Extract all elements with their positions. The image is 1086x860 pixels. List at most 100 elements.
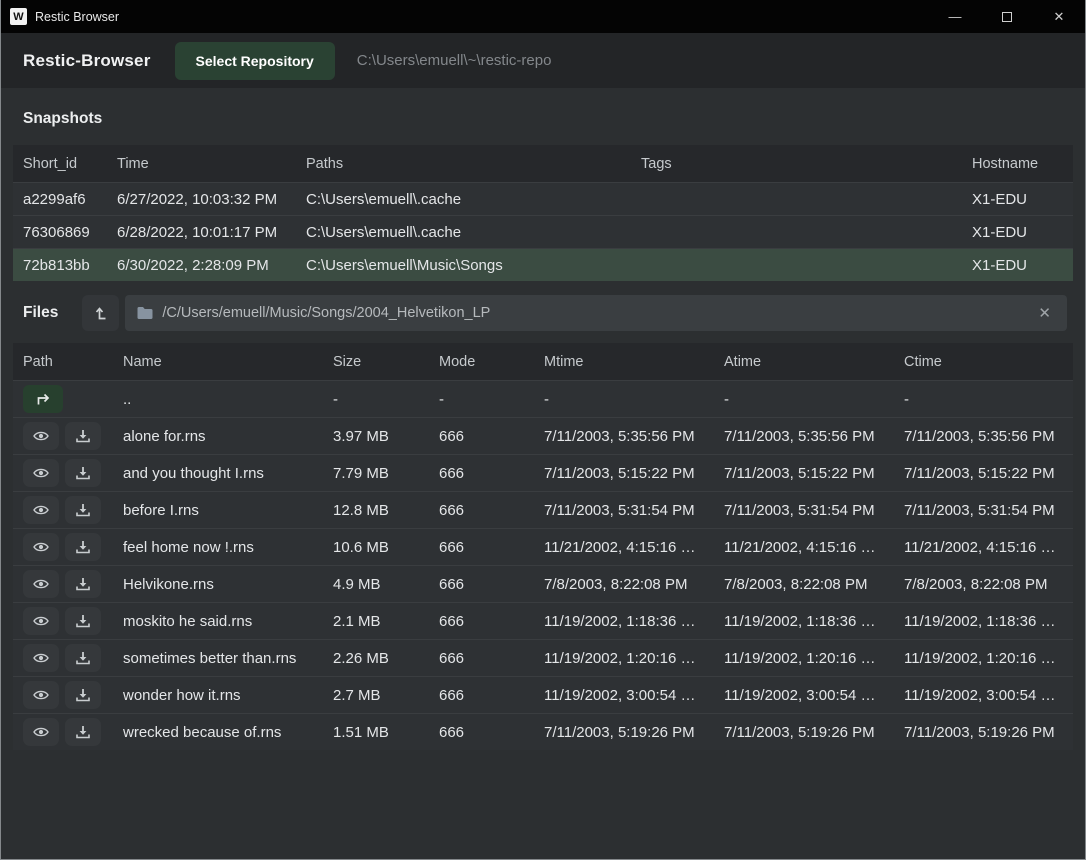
current-path-value: /C/Users/emuell/Music/Songs/2004_Helveti… <box>162 305 1034 321</box>
column-ctime: Ctime <box>904 354 1073 370</box>
download-file-button[interactable] <box>65 496 101 524</box>
preview-file-button[interactable] <box>23 459 59 487</box>
file-size: 12.8 MB <box>333 502 439 519</box>
download-file-button[interactable] <box>65 459 101 487</box>
column-atime: Atime <box>724 354 904 370</box>
download-icon <box>74 612 92 630</box>
maximize-button[interactable] <box>981 0 1033 33</box>
download-icon <box>74 501 92 519</box>
download-file-button[interactable] <box>65 570 101 598</box>
snapshots-table-header: Short_id Time Paths Tags Hostname <box>13 145 1073 182</box>
file-mode: 666 <box>439 650 544 667</box>
file-row: feel home now !.rns 10.6 MB 666 11/21/20… <box>13 528 1073 565</box>
close-button[interactable]: ✕ <box>1033 0 1085 33</box>
snapshot-hostname: X1-EDU <box>972 257 1073 274</box>
preview-file-button[interactable] <box>23 644 59 672</box>
download-file-button[interactable] <box>65 422 101 450</box>
parent-directory-button[interactable] <box>82 295 119 331</box>
file-atime: 7/11/2003, 5:19:26 PM <box>724 724 904 741</box>
file-atime: - <box>724 391 904 408</box>
download-icon <box>74 575 92 593</box>
file-mtime: 7/11/2003, 5:15:22 PM <box>544 465 724 482</box>
select-repository-button[interactable]: Select Repository <box>175 42 335 80</box>
download-icon <box>74 464 92 482</box>
download-file-button[interactable] <box>65 681 101 709</box>
current-path-field[interactable]: /C/Users/emuell/Music/Songs/2004_Helveti… <box>125 295 1067 331</box>
eye-icon <box>32 723 50 741</box>
snapshot-short-id: a2299af6 <box>23 191 117 208</box>
file-mtime: 7/11/2003, 5:35:56 PM <box>544 428 724 445</box>
file-ctime: 11/19/2002, 1:20:16 … <box>904 650 1073 667</box>
column-tags: Tags <box>641 156 972 172</box>
file-row: alone for.rns 3.97 MB 666 7/11/2003, 5:3… <box>13 417 1073 454</box>
repository-path: C:\Users\emuell\~\restic-repo <box>357 52 552 69</box>
snapshot-hostname: X1-EDU <box>972 191 1073 208</box>
app-header: Restic-Browser Select Repository C:\User… <box>1 33 1085 88</box>
download-icon <box>74 649 92 667</box>
file-mode: 666 <box>439 724 544 741</box>
file-mtime: 7/11/2003, 5:19:26 PM <box>544 724 724 741</box>
app-window: W Restic Browser — ✕ Restic-Browser Sele… <box>0 0 1086 860</box>
file-mode: 666 <box>439 539 544 556</box>
eye-icon <box>32 612 50 630</box>
file-mtime: 11/21/2002, 4:15:16 … <box>544 539 724 556</box>
preview-file-button[interactable] <box>23 718 59 746</box>
file-name: alone for.rns <box>123 428 333 445</box>
file-ctime: 7/11/2003, 5:35:56 PM <box>904 428 1073 445</box>
column-short-id: Short_id <box>23 156 117 172</box>
download-file-button[interactable] <box>65 718 101 746</box>
file-mode: 666 <box>439 428 544 445</box>
download-file-button[interactable] <box>65 644 101 672</box>
file-ctime: 11/19/2002, 1:18:36 … <box>904 613 1073 630</box>
preview-file-button[interactable] <box>23 570 59 598</box>
snapshot-short-id: 72b813bb <box>23 257 117 274</box>
minimize-button[interactable]: — <box>929 0 981 33</box>
file-mode: 666 <box>439 576 544 593</box>
preview-file-button[interactable] <box>23 681 59 709</box>
file-size: 2.1 MB <box>333 613 439 630</box>
file-row: wonder how it.rns 2.7 MB 666 11/19/2002,… <box>13 676 1073 713</box>
eye-icon <box>32 501 50 519</box>
preview-file-button[interactable] <box>23 496 59 524</box>
file-mode: 666 <box>439 465 544 482</box>
files-table-header: Path Name Size Mode Mtime Atime Ctime <box>13 343 1073 380</box>
file-ctime: - <box>904 391 1073 408</box>
eye-icon <box>32 575 50 593</box>
app-logo-icon: W <box>10 8 27 25</box>
eye-icon <box>32 686 50 704</box>
file-name: and you thought I.rns <box>123 465 333 482</box>
preview-file-button[interactable] <box>23 533 59 561</box>
preview-file-button[interactable] <box>23 422 59 450</box>
snapshot-row[interactable]: 76306869 6/28/2022, 10:01:17 PM C:\Users… <box>13 215 1073 248</box>
enter-parent-button[interactable] <box>23 385 63 413</box>
file-ctime: 7/11/2003, 5:19:26 PM <box>904 724 1073 741</box>
column-paths: Paths <box>306 156 641 172</box>
snapshot-short-id: 76306869 <box>23 224 117 241</box>
snapshot-time: 6/30/2022, 2:28:09 PM <box>117 257 306 274</box>
file-name: .. <box>123 391 333 408</box>
file-size: 10.6 MB <box>333 539 439 556</box>
file-atime: 11/19/2002, 1:18:36 … <box>724 613 904 630</box>
file-atime: 7/8/2003, 8:22:08 PM <box>724 576 904 593</box>
snapshot-paths: C:\Users\emuell\.cache <box>306 224 641 241</box>
download-file-button[interactable] <box>65 533 101 561</box>
file-mtime: 11/19/2002, 1:20:16 … <box>544 650 724 667</box>
preview-file-button[interactable] <box>23 607 59 635</box>
file-name: feel home now !.rns <box>123 539 333 556</box>
files-table: Path Name Size Mode Mtime Atime Ctime ..… <box>13 343 1073 750</box>
snapshots-heading: Snapshots <box>23 110 1085 128</box>
snapshots-table: Short_id Time Paths Tags Hostname a2299a… <box>13 145 1073 281</box>
clear-path-icon[interactable]: ✕ <box>1034 304 1055 322</box>
file-name: wonder how it.rns <box>123 687 333 704</box>
column-size: Size <box>333 354 439 370</box>
file-atime: 11/19/2002, 3:00:54 … <box>724 687 904 704</box>
column-mode: Mode <box>439 354 544 370</box>
snapshot-row[interactable]: a2299af6 6/27/2022, 10:03:32 PM C:\Users… <box>13 182 1073 215</box>
download-icon <box>74 686 92 704</box>
snapshot-row[interactable]: 72b813bb 6/30/2022, 2:28:09 PM C:\Users\… <box>13 248 1073 281</box>
file-size: - <box>333 391 439 408</box>
download-file-button[interactable] <box>65 607 101 635</box>
file-atime: 11/19/2002, 1:20:16 … <box>724 650 904 667</box>
column-time: Time <box>117 156 306 172</box>
file-name: before I.rns <box>123 502 333 519</box>
